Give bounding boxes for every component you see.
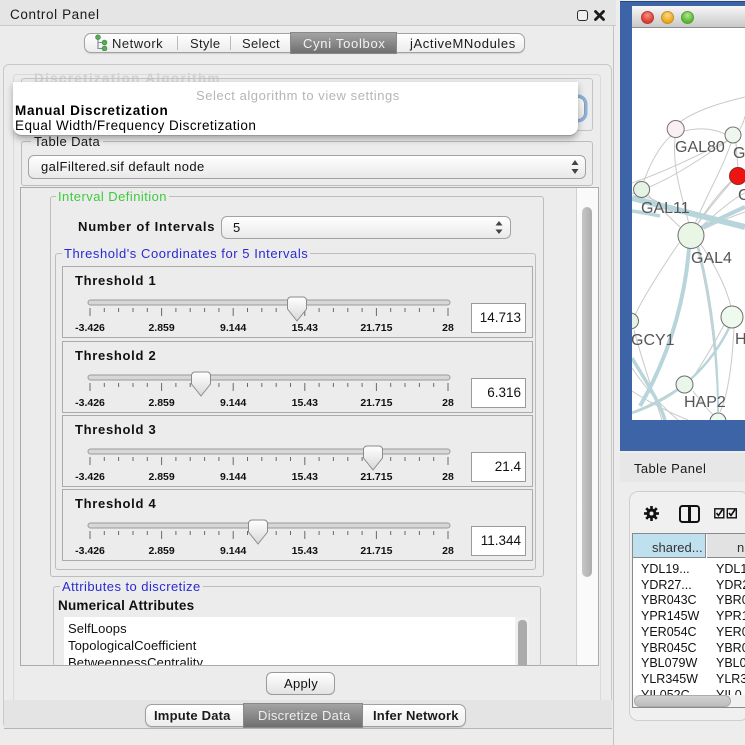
svg-text:H: H bbox=[735, 331, 745, 348]
svg-text:2.859: 2.859 bbox=[148, 471, 174, 483]
svg-text:9.144: 9.144 bbox=[220, 471, 246, 483]
svg-text:-3.426: -3.426 bbox=[75, 397, 105, 409]
svg-text:2.859: 2.859 bbox=[148, 322, 174, 334]
svg-text:GAL11: GAL11 bbox=[641, 200, 690, 217]
svg-text:28: 28 bbox=[442, 471, 454, 483]
svg-text:9.144: 9.144 bbox=[220, 322, 246, 334]
svg-text:GAL4: GAL4 bbox=[691, 250, 732, 267]
svg-text:21.715: 21.715 bbox=[360, 471, 392, 483]
svg-text:-3.426: -3.426 bbox=[75, 322, 105, 334]
svg-text:2.859: 2.859 bbox=[148, 545, 174, 557]
svg-text:28: 28 bbox=[442, 545, 454, 557]
svg-text:9.144: 9.144 bbox=[220, 397, 246, 409]
svg-text:GA: GA bbox=[733, 145, 745, 162]
svg-text:-3.426: -3.426 bbox=[75, 545, 105, 557]
svg-text:9.144: 9.144 bbox=[220, 545, 246, 557]
svg-text:15.43: 15.43 bbox=[292, 397, 318, 409]
svg-text:28: 28 bbox=[442, 397, 454, 409]
svg-text:21.715: 21.715 bbox=[360, 322, 392, 334]
svg-text:28: 28 bbox=[442, 322, 454, 334]
svg-text:HAP2: HAP2 bbox=[684, 394, 726, 411]
svg-text:2.859: 2.859 bbox=[148, 397, 174, 409]
svg-text:15.43: 15.43 bbox=[292, 545, 318, 557]
svg-text:21.715: 21.715 bbox=[360, 397, 392, 409]
svg-text:21.715: 21.715 bbox=[360, 545, 392, 557]
svg-text:-3.426: -3.426 bbox=[75, 471, 105, 483]
svg-text:GAL80: GAL80 bbox=[675, 139, 725, 156]
svg-text:15.43: 15.43 bbox=[292, 471, 318, 483]
svg-text:15.43: 15.43 bbox=[292, 322, 318, 334]
svg-text:GCY1: GCY1 bbox=[632, 332, 675, 349]
svg-text:C: C bbox=[738, 187, 745, 204]
